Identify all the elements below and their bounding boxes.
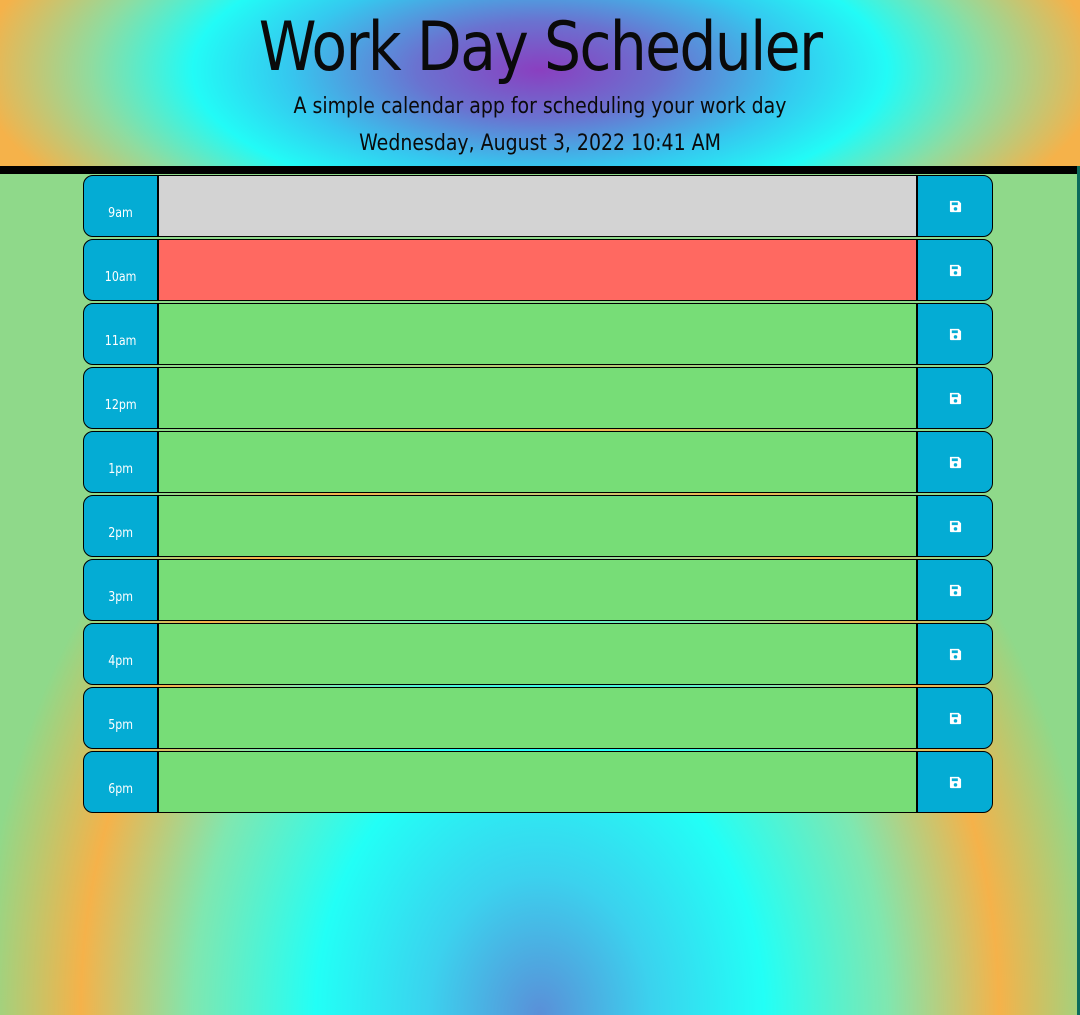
event-description-input[interactable] [158,239,917,301]
hour-text: 10am [104,270,137,285]
save-button[interactable] [917,751,993,813]
page-header: Work Day Scheduler A simple calendar app… [0,0,1080,166]
hour-text: 5pm [108,718,133,733]
save-icon [949,392,961,404]
event-description-input[interactable] [158,623,917,685]
timeblock-row: 9am [83,175,994,237]
timeblock-row: 10am [83,239,994,301]
save-icon [949,264,961,276]
save-button[interactable] [917,559,993,621]
save-icon [949,584,961,596]
timeblock-row: 5pm [83,687,994,749]
hour-label: 1pm [83,431,158,493]
timeblock-row: 1pm [83,431,994,493]
save-button[interactable] [917,303,993,365]
timeblock-row: 3pm [83,559,994,621]
hour-label: 12pm [83,367,158,429]
hour-label: 4pm [83,623,158,685]
event-description-input[interactable] [158,431,917,493]
timeblock-row: 6pm [83,751,994,813]
save-icon [949,328,961,340]
save-icon [949,776,961,788]
hour-label: 3pm [83,559,158,621]
hour-text: 6pm [108,782,133,797]
save-button[interactable] [917,687,993,749]
hour-text: 9am [108,206,133,221]
hour-label: 9am [83,175,158,237]
timeblock-row: 4pm [83,623,994,685]
timeblock-row: 2pm [83,495,994,557]
save-button[interactable] [917,175,993,237]
hour-label: 6pm [83,751,158,813]
event-description-input[interactable] [158,751,917,813]
save-button[interactable] [917,495,993,557]
event-description-input[interactable] [158,559,917,621]
event-description-input[interactable] [158,687,917,749]
save-button[interactable] [917,623,993,685]
header-divider [0,166,1078,174]
hour-text: 12pm [104,398,137,413]
save-icon [949,712,961,724]
hour-label: 11am [83,303,158,365]
hour-label: 10am [83,239,158,301]
save-icon [949,200,961,212]
save-icon [949,456,961,468]
hour-text: 1pm [108,462,133,477]
hour-text: 2pm [108,526,133,541]
save-button[interactable] [917,431,993,493]
hour-label: 2pm [83,495,158,557]
event-description-input[interactable] [158,367,917,429]
hour-text: 11am [104,334,137,349]
event-description-input[interactable] [158,495,917,557]
event-description-input[interactable] [158,303,917,365]
timeblock-row: 12pm [83,367,994,429]
save-button[interactable] [917,239,993,301]
save-button[interactable] [917,367,993,429]
save-icon [949,520,961,532]
save-icon [949,648,961,660]
page-title: Work Day Scheduler [258,8,823,87]
event-description-input[interactable] [158,175,917,237]
timeblock-list: 9am 10am 11am 12pm 1pm 2pm 3pm 4pm 5pm 6… [83,175,994,815]
hour-label: 5pm [83,687,158,749]
timeblock-row: 11am [83,303,994,365]
hour-text: 3pm [108,590,133,605]
hour-text: 4pm [108,654,133,669]
page-subtitle: A simple calendar app for scheduling you… [293,94,787,119]
current-date: Wednesday, August 3, 2022 10:41 AM [359,131,721,156]
